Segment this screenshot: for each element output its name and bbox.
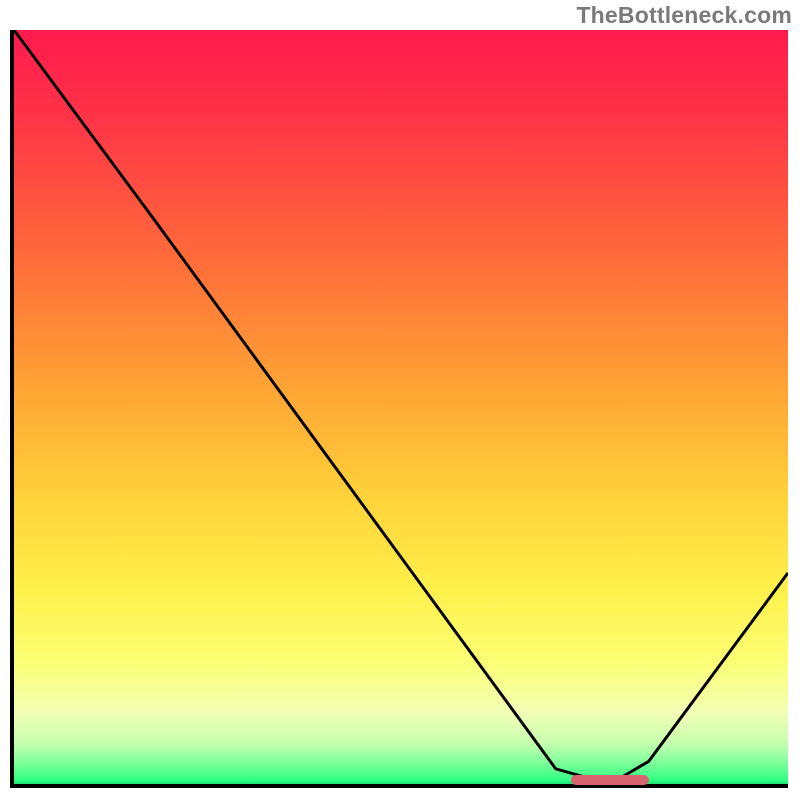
plot-area bbox=[10, 30, 788, 788]
chart-container: TheBottleneck.com bbox=[0, 0, 800, 800]
background-gradient bbox=[14, 30, 788, 784]
optimal-range-marker bbox=[571, 775, 648, 785]
watermark-text: TheBottleneck.com bbox=[576, 2, 792, 29]
